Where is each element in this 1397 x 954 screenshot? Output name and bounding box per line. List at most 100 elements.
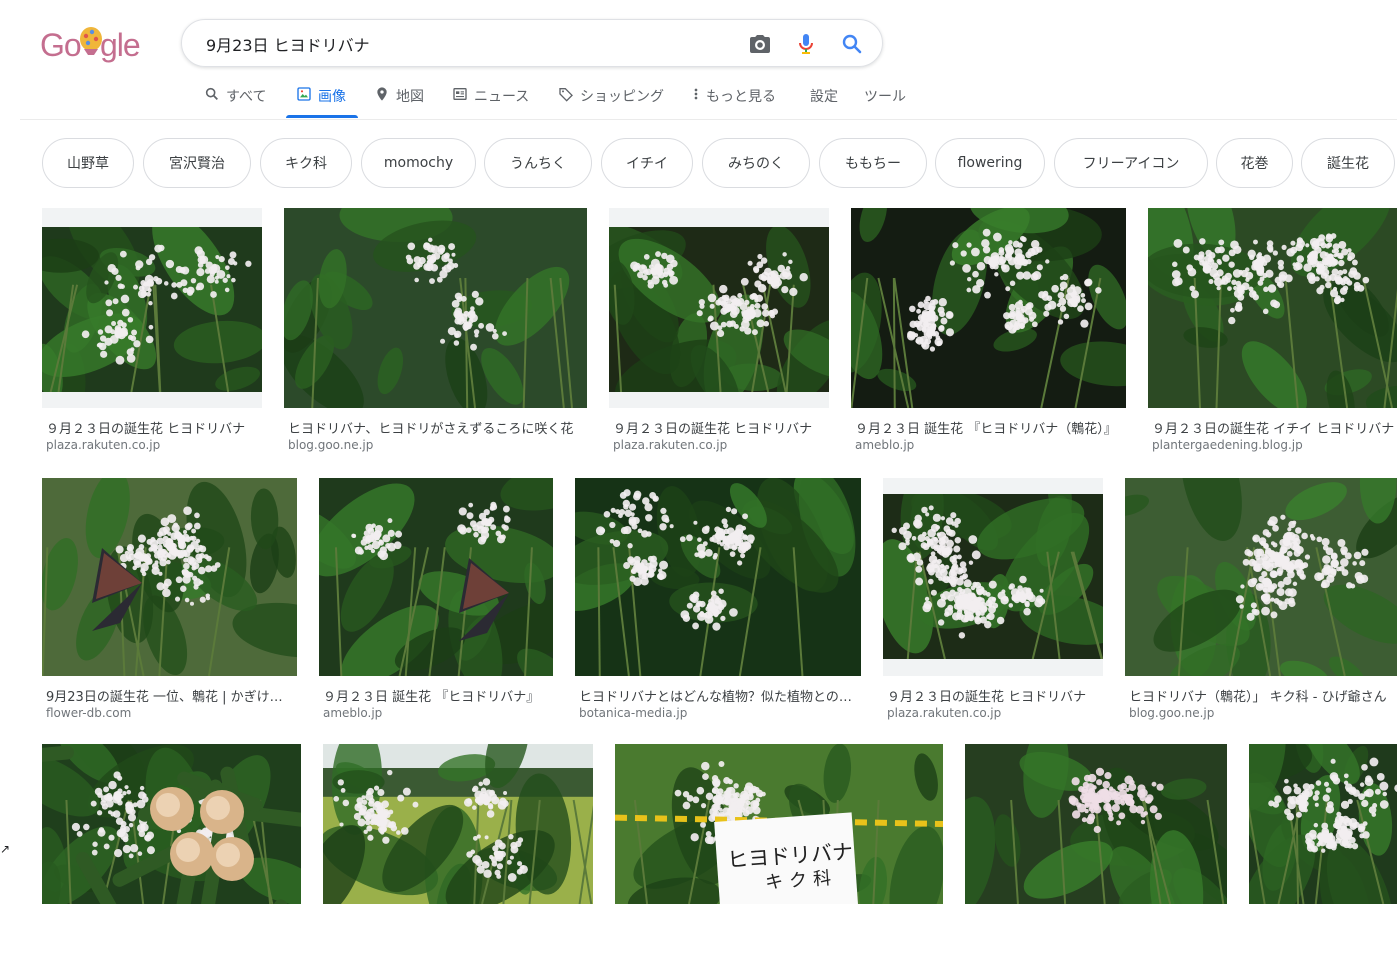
chip[interactable]: 誕生花 <box>1301 138 1395 188</box>
result-thumbnail[interactable] <box>323 744 593 904</box>
chip[interactable]: キク科 <box>260 138 352 188</box>
result-title[interactable]: ヒヨドリバナ（鵯花）」 キク科 - ひげ爺さん <box>1129 686 1397 705</box>
tab-label: 地図 <box>396 89 424 105</box>
result-title[interactable]: ９月２３日の誕生花 ヒヨドリバナ <box>887 686 1099 705</box>
tab-label: もっと見る <box>706 89 776 105</box>
tab-more[interactable]: もっと見る <box>692 80 776 118</box>
flower-photo <box>851 208 1126 408</box>
image-result-card[interactable]: ９月２３日 誕生花 『ヒヨドリバナ』 ameblo.jp <box>319 478 553 726</box>
search-icon <box>205 87 218 100</box>
flower-photo <box>42 478 297 676</box>
result-thumbnail[interactable] <box>965 744 1227 904</box>
news-icon <box>453 88 467 100</box>
result-source: blog.goo.ne.jp <box>288 438 374 452</box>
tab-maps[interactable]: 地図 <box>374 80 424 118</box>
result-source: plaza.rakuten.co.jp <box>613 438 728 452</box>
image-result-card[interactable]: ヒヨドリバナとはどんな植物？似た植物との違い botanica-media.jp <box>575 478 861 726</box>
result-title[interactable]: ヒヨドリバナ、ヒヨドリがさえずるころに咲く花 <box>288 418 583 437</box>
result-source: ameblo.jp <box>323 706 383 720</box>
result-thumbnail[interactable] <box>1148 208 1397 408</box>
result-thumbnail[interactable] <box>883 478 1103 676</box>
result-title[interactable]: ９月２３日 誕生花 『ヒヨドリバナ（鵯花）』 <box>855 418 1122 437</box>
image-result-card[interactable]: ９月２３日の誕生花 ヒヨドリバナ plaza.rakuten.co.jp <box>42 208 262 458</box>
image-result-card[interactable]: ９月２３日の誕生花 ヒヨドリバナ plaza.rakuten.co.jp <box>883 478 1103 726</box>
result-source: ameblo.jp <box>855 438 915 452</box>
search-icon[interactable] <box>840 32 864 56</box>
google-doodle-logo-icon: Go gle <box>40 27 141 63</box>
tab-news[interactable]: ニュース <box>452 80 529 118</box>
result-source: botanica-media.jp <box>579 706 688 720</box>
svg-text:Go: Go <box>40 27 81 63</box>
result-thumbnail[interactable] <box>575 478 861 676</box>
chip[interactable]: 花巻 <box>1216 138 1293 188</box>
result-thumbnail[interactable] <box>42 744 301 904</box>
tab-label: ツール <box>864 89 906 105</box>
result-thumbnail[interactable] <box>1125 478 1397 676</box>
chip[interactable]: フリーアイコン <box>1054 138 1208 188</box>
chip[interactable]: flowering <box>935 138 1045 188</box>
tag-icon <box>559 88 573 102</box>
flower-photo <box>323 744 593 904</box>
result-thumbnail[interactable] <box>319 478 553 676</box>
result-thumbnail[interactable] <box>851 208 1126 408</box>
result-title[interactable]: ９月２３日の誕生花 ヒヨドリバナ <box>46 418 258 437</box>
image-result-card[interactable]: ９月２３日の誕生花 イチイ ヒヨドリバナ plantergaedening.blo… <box>1148 208 1397 458</box>
expand-arrow-icon: ↗ <box>0 842 11 856</box>
result-title[interactable]: ９月２３日の誕生花 ヒヨドリバナ <box>613 418 825 437</box>
flower-photo <box>284 208 587 408</box>
tab-all[interactable]: すべて <box>204 80 266 118</box>
search-input[interactable] <box>204 31 728 57</box>
image-result-card[interactable] <box>323 744 593 954</box>
result-thumbnail[interactable] <box>42 208 262 408</box>
image-result-card[interactable]: ヒヨドリバナ キク科 <box>615 744 943 954</box>
image-result-card[interactable]: 9月23日の誕生花 一位、鵯花 | かぎけん花図鑑flower-db.com <box>42 478 297 726</box>
chip[interactable]: うんちく <box>484 138 592 188</box>
flower-photo <box>42 227 262 392</box>
result-title[interactable]: ヒヨドリバナとはどんな植物？似た植物との違い <box>579 686 857 705</box>
tab-tools[interactable]: ツール <box>864 80 906 118</box>
tab-label: 設定 <box>810 89 838 105</box>
chip[interactable]: momochy <box>361 138 476 188</box>
result-source: plaza.rakuten.co.jp <box>46 438 161 452</box>
result-thumbnail[interactable] <box>284 208 587 408</box>
result-source: plaza.rakuten.co.jp <box>887 706 1002 720</box>
result-title[interactable]: ９月２３日 誕生花 『ヒヨドリバナ』 <box>323 686 549 705</box>
header-divider <box>20 119 1397 120</box>
image-result-card[interactable] <box>1249 744 1397 954</box>
image-result-card[interactable] <box>965 744 1227 954</box>
search-box[interactable] <box>181 19 883 67</box>
tab-label: ニュース <box>474 89 530 105</box>
image-result-card[interactable] <box>42 744 301 954</box>
related-chips: 山野草 宮沢賢治 キク科 momochy うんちく イチイ みちのく ももちー … <box>42 138 1397 190</box>
image-result-card[interactable]: ９月２３日 誕生花 『ヒヨドリバナ（鵯花）』 ameblo.jp <box>851 208 1126 458</box>
tab-shopping[interactable]: ショッピング <box>558 80 664 118</box>
flower-photo <box>965 744 1227 904</box>
chip[interactable]: みちのく <box>702 138 810 188</box>
flower-photo <box>575 478 861 676</box>
result-thumbnail[interactable] <box>609 208 829 408</box>
flower-photo <box>1148 208 1397 408</box>
tab-label: 画像 <box>318 89 346 105</box>
chip[interactable]: 山野草 <box>42 138 134 188</box>
sign-text: キク科 <box>764 867 838 894</box>
flower-photo <box>1125 478 1397 676</box>
result-title[interactable]: 9月23日の誕生花 一位、鵯花 | かぎけん花図鑑 <box>46 686 293 705</box>
chip[interactable]: ももちー <box>819 138 927 188</box>
chip[interactable]: 宮沢賢治 <box>143 138 251 188</box>
result-thumbnail[interactable] <box>1249 744 1397 904</box>
image-result-card[interactable]: ヒヨドリバナ（鵯花）」 キク科 - ひげ爺さん blog.goo.ne.jp <box>1125 478 1397 726</box>
result-thumbnail[interactable] <box>42 478 297 676</box>
tab-images[interactable]: 画像 <box>286 80 358 118</box>
flower-photo <box>319 478 553 676</box>
image-result-card[interactable]: ヒヨドリバナ、ヒヨドリがさえずるころに咲く花 blog.goo.ne.jp <box>284 208 587 458</box>
result-source: flower-db.com <box>46 706 132 720</box>
microphone-icon[interactable] <box>794 32 818 56</box>
flower-photo <box>609 227 829 392</box>
camera-icon[interactable] <box>748 32 772 56</box>
result-title[interactable]: ９月２３日の誕生花 イチイ ヒヨドリバナ <box>1152 418 1397 437</box>
tab-settings[interactable]: 設定 <box>810 80 838 118</box>
google-logo[interactable]: Go gle <box>40 22 141 66</box>
chip[interactable]: イチイ <box>601 138 693 188</box>
result-source: plantergaedening.blog.jp <box>1152 438 1303 452</box>
image-result-card[interactable]: ９月２３日の誕生花 ヒヨドリバナ plaza.rakuten.co.jp <box>609 208 829 458</box>
